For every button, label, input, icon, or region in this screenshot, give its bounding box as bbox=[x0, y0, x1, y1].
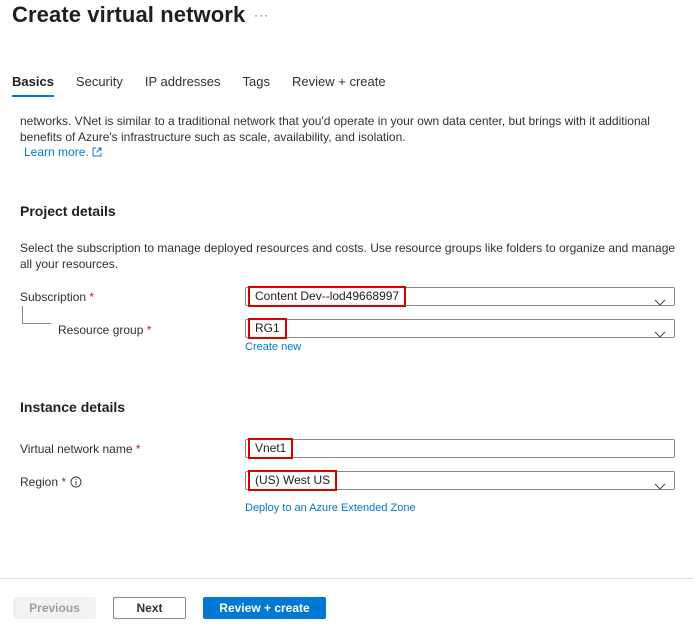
region-select[interactable]: (US) West US bbox=[245, 470, 675, 491]
region-value: (US) West US bbox=[248, 470, 338, 491]
tab-basics[interactable]: Basics bbox=[12, 73, 54, 97]
hierarchy-connector bbox=[22, 306, 51, 324]
previous-button[interactable]: Previous bbox=[13, 597, 96, 619]
subscription-select[interactable]: Content Dev--lod49668997 bbox=[245, 286, 675, 307]
project-details-heading: Project details bbox=[20, 203, 116, 219]
page-title: Create virtual network bbox=[12, 2, 246, 27]
intro-text: networks. VNet is similar to a tradition… bbox=[20, 114, 650, 144]
create-new-link[interactable]: Create new bbox=[245, 341, 301, 353]
next-button[interactable]: Next bbox=[113, 597, 186, 619]
extended-zone-link[interactable]: Deploy to an Azure Extended Zone bbox=[245, 502, 416, 514]
external-link-icon bbox=[92, 146, 102, 160]
subscription-label: Subscription * bbox=[20, 290, 94, 304]
review-create-button[interactable]: Review + create bbox=[203, 597, 326, 619]
instance-details-heading: Instance details bbox=[20, 399, 126, 415]
required-marker: * bbox=[61, 475, 67, 489]
project-details-description: Select the subscription to manage deploy… bbox=[20, 241, 676, 271]
resource-group-value: RG1 bbox=[248, 318, 287, 339]
more-options-button[interactable]: ··· bbox=[254, 8, 269, 22]
required-marker: * bbox=[89, 290, 95, 304]
subscription-label-text: Subscription bbox=[20, 290, 87, 304]
tab-security[interactable]: Security bbox=[76, 73, 123, 97]
chevron-down-icon bbox=[654, 477, 666, 495]
vnet-name-value: Vnet1 bbox=[248, 438, 294, 459]
subscription-value: Content Dev--lod49668997 bbox=[248, 286, 407, 307]
resource-group-label: Resource group * bbox=[58, 323, 151, 337]
tab-ip-addresses[interactable]: IP addresses bbox=[145, 73, 221, 97]
chevron-down-icon bbox=[654, 293, 666, 311]
resource-group-select[interactable]: RG1 bbox=[245, 318, 675, 339]
vnet-name-label-text: Virtual network name bbox=[20, 442, 133, 456]
resource-group-label-text: Resource group bbox=[58, 323, 144, 337]
chevron-down-icon bbox=[654, 325, 666, 343]
vnet-name-label: Virtual network name * bbox=[20, 442, 141, 456]
region-label: Region * bbox=[20, 475, 82, 491]
vnet-name-input[interactable]: Vnet1 bbox=[245, 438, 675, 459]
required-marker: * bbox=[135, 442, 141, 456]
learn-more-label: Learn more. bbox=[24, 145, 89, 159]
tab-bar: Basics Security IP addresses Tags Review… bbox=[12, 73, 408, 97]
info-icon[interactable] bbox=[70, 476, 82, 491]
learn-more-link[interactable]: Learn more. bbox=[24, 145, 102, 160]
region-label-text: Region bbox=[20, 475, 59, 489]
tab-review-create[interactable]: Review + create bbox=[292, 73, 386, 97]
footer-divider bbox=[0, 578, 694, 579]
tab-tags[interactable]: Tags bbox=[243, 73, 270, 97]
required-marker: * bbox=[146, 323, 152, 337]
